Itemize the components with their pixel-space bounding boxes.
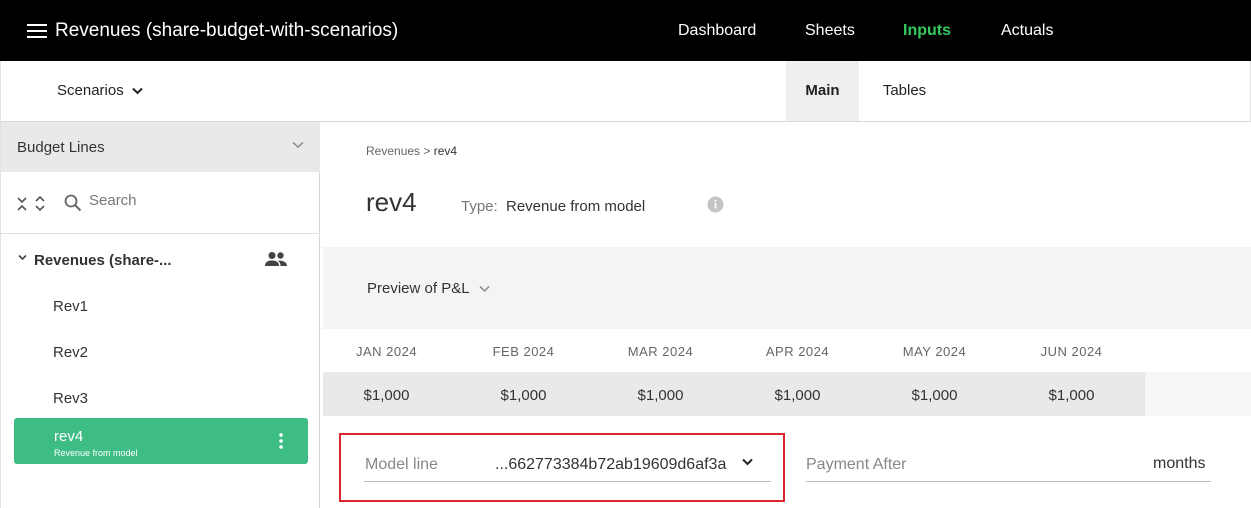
value-cell: $1,000 <box>1048 387 1095 404</box>
nav-dashboard[interactable]: Dashboard <box>678 22 756 40</box>
sidebar-item-rev1[interactable]: Rev1 <box>53 298 88 315</box>
info-icon[interactable] <box>707 196 724 213</box>
model-line-select[interactable]: ...662773384b72ab19609d6af3a <box>495 456 726 474</box>
nav-actuals[interactable]: Actuals <box>1001 22 1053 40</box>
breadcrumb-parent[interactable]: Revenues <box>366 144 420 158</box>
people-icon <box>265 252 287 266</box>
nav-sheets[interactable]: Sheets <box>805 22 855 40</box>
chevron-down-icon <box>292 141 304 149</box>
breadcrumb: Revenues > rev4 <box>366 144 457 158</box>
sidebar-search <box>1 172 320 234</box>
value-cell: $1,000 <box>911 387 958 404</box>
nav-inputs[interactable]: Inputs <box>903 22 951 40</box>
type-value: Revenue from model <box>506 198 646 215</box>
value-cell: $1,000 <box>363 387 410 404</box>
tab-tables[interactable]: Tables <box>859 61 950 121</box>
breadcrumb-separator: > <box>423 144 431 158</box>
menu-icon[interactable] <box>27 24 47 38</box>
model-line-label: Model line <box>365 456 438 473</box>
search-icon <box>64 194 82 212</box>
value-cell: $1,000 <box>774 387 821 404</box>
kebab-menu-icon[interactable] <box>279 433 283 449</box>
page-title: rev4 <box>366 187 417 217</box>
payment-after-input[interactable] <box>806 452 1136 478</box>
chevron-down-icon <box>479 285 490 292</box>
preview-section: Preview of P&L <box>323 247 1251 329</box>
tree-group-label: Revenues (share-... <box>34 252 172 269</box>
sub-bar: Scenarios Main Tables <box>0 61 1251 122</box>
sidebar-item-label: rev4 <box>54 428 84 445</box>
search-input[interactable] <box>89 192 289 209</box>
tab-main[interactable]: Main <box>786 61 859 121</box>
scenarios-label: Scenarios <box>57 82 124 99</box>
budget-lines-header[interactable]: Budget Lines <box>1 122 320 172</box>
sidebar: Budget Lines Revenues (share-... Rev1 Re… <box>0 122 320 508</box>
preview-label: Preview of P&L <box>367 280 470 297</box>
month-header: MAY 2024 <box>902 344 967 359</box>
type-label: Type: <box>461 198 498 215</box>
model-line-underline <box>364 481 771 482</box>
chevron-down-icon <box>131 87 143 94</box>
breadcrumb-current: rev4 <box>433 144 458 158</box>
sidebar-item-sublabel: Revenue from model <box>54 448 138 458</box>
payment-unit: months <box>1153 455 1206 472</box>
expand-collapse-icon[interactable] <box>15 194 47 212</box>
month-header: FEB 2024 <box>492 344 555 359</box>
values-row-filler <box>1145 372 1251 416</box>
budget-lines-label: Budget Lines <box>17 139 105 156</box>
sidebar-item-rev3[interactable]: Rev3 <box>53 390 88 407</box>
month-header: JAN 2024 <box>355 344 418 359</box>
sidebar-item-rev2[interactable]: Rev2 <box>53 344 88 361</box>
preview-toggle[interactable]: Preview of P&L <box>367 280 490 297</box>
sidebar-item-rev4[interactable]: rev4 Revenue from model <box>14 418 308 464</box>
payment-after-underline <box>806 481 1211 482</box>
value-cell: $1,000 <box>500 387 547 404</box>
chevron-down-icon[interactable] <box>742 458 753 466</box>
month-header: JUN 2024 <box>1040 344 1103 359</box>
app-title: Revenues (share-budget-with-scenarios) <box>55 20 399 41</box>
value-cell: $1,000 <box>637 387 684 404</box>
scenarios-dropdown[interactable]: Scenarios <box>57 82 143 99</box>
top-bar: Revenues (share-budget-with-scenarios) D… <box>0 0 1251 61</box>
caret-down-icon[interactable] <box>18 254 27 261</box>
month-header: APR 2024 <box>765 344 830 359</box>
tree-group-revenues[interactable]: Revenues (share-... <box>1 246 320 274</box>
month-header: MAR 2024 <box>627 344 694 359</box>
